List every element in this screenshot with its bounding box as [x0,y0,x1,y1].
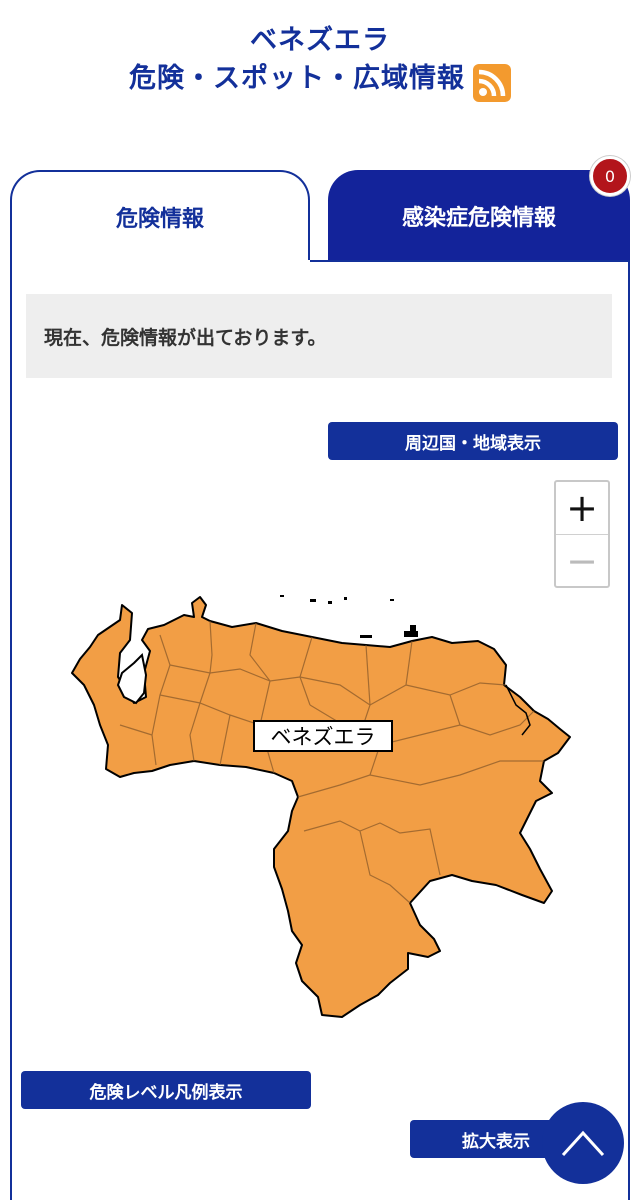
tab-danger-info[interactable]: 危険情報 [10,170,310,262]
legend-button[interactable]: 危険レベル凡例表示 [21,1071,311,1109]
country-title: ベネズエラ [250,25,390,56]
rss-icon[interactable] [473,64,511,102]
subtitle-row: 危険・スポット・広域情報 [0,60,640,102]
page-subtitle: 危険・スポット・広域情報 [129,63,465,94]
scroll-to-top-button[interactable] [542,1102,624,1184]
expand-view-label: 拡大表示 [462,1131,530,1152]
neighbor-countries-button[interactable]: 周辺国・地域表示 [328,422,618,460]
panel-divider [310,260,630,262]
neighbor-countries-label: 周辺国・地域表示 [405,433,541,454]
zoom-out-button[interactable]: − [556,535,608,587]
zoom-in-button[interactable]: + [556,482,608,535]
status-notice: 現在、危険情報が出ております。 [26,294,612,378]
map-country-label: ベネズエラ [253,720,393,752]
status-notice-text: 現在、危険情報が出ております。 [44,326,327,349]
chevron-up-icon [561,1130,605,1157]
legend-button-label: 危険レベル凡例表示 [89,1082,243,1103]
venezuela-shape[interactable] [71,596,571,1018]
tab-infection-info[interactable]: 感染症危険情報 0 [328,156,630,262]
tab-danger-label: 危険情報 [115,207,204,232]
map-zoom-control: + − [554,480,610,588]
notification-badge: 0 [590,156,630,196]
tab-infection-label: 感染症危険情報 [401,206,556,231]
page: ベネズエラ 危険・スポット・広域情報 危険情報 感染症危険情報 0 現在、危険情… [0,0,640,1200]
coastal-islands [280,595,418,638]
venezuela-map[interactable] [60,585,580,1025]
tab-bar: 危険情報 感染症危険情報 0 [10,156,630,262]
page-header: ベネズエラ 危険・スポット・広域情報 [0,22,640,102]
